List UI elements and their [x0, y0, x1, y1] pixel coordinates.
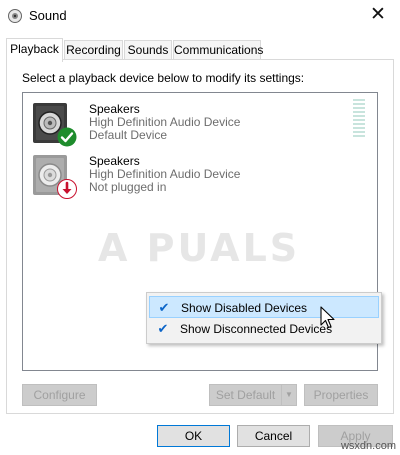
device-status: Not plugged in: [89, 180, 167, 194]
watermark: A PUALS: [98, 226, 301, 270]
context-menu: ✔ Show Disabled Devices ✔ Show Disconnec…: [146, 292, 382, 344]
speaker-app-icon: [8, 9, 22, 23]
close-button[interactable]: ✕: [356, 0, 400, 30]
mouse-cursor-icon: [320, 306, 335, 329]
tab-sounds[interactable]: Sounds: [124, 40, 172, 60]
tab-recording[interactable]: Recording: [64, 40, 123, 60]
device-text: Speakers High Definition Audio Device No…: [89, 155, 240, 194]
tab-communications[interactable]: Communications: [173, 40, 263, 60]
site-watermark: wsxdn.com: [340, 440, 396, 452]
checkmark-icon: ✔: [158, 300, 170, 315]
menu-item-show-disconnected[interactable]: ✔ Show Disconnected Devices: [149, 318, 379, 340]
volume-level-meter: [353, 99, 365, 141]
title-bar: Sound ✕: [0, 0, 400, 32]
set-default-dropdown-arrow[interactable]: ▼: [281, 384, 297, 406]
device-item-speakers-default[interactable]: Speakers High Definition Audio Device De…: [31, 101, 331, 149]
device-item-speakers-unplugged[interactable]: Speakers High Definition Audio Device No…: [31, 153, 331, 201]
menu-item-show-disabled[interactable]: ✔ Show Disabled Devices: [149, 296, 379, 318]
cancel-button[interactable]: Cancel: [237, 425, 310, 447]
menu-item-label: Show Disconnected Devices: [180, 322, 333, 336]
tab-playback[interactable]: Playback: [6, 38, 63, 62]
properties-button[interactable]: Properties: [304, 384, 378, 406]
configure-button[interactable]: Configure: [22, 384, 97, 406]
device-text: Speakers High Definition Audio Device De…: [89, 103, 240, 142]
set-default-button[interactable]: Set Default: [209, 384, 282, 406]
red-down-arrow-icon: [57, 179, 77, 199]
checkmark-icon: ✔: [157, 321, 169, 336]
device-status: Default Device: [89, 128, 168, 142]
ok-button[interactable]: OK: [157, 425, 230, 447]
menu-item-label: Show Disabled Devices: [181, 301, 308, 315]
instruction-text: Select a playback device below to modify…: [22, 71, 305, 85]
window-title: Sound: [29, 8, 67, 23]
green-check-icon: [57, 127, 77, 147]
